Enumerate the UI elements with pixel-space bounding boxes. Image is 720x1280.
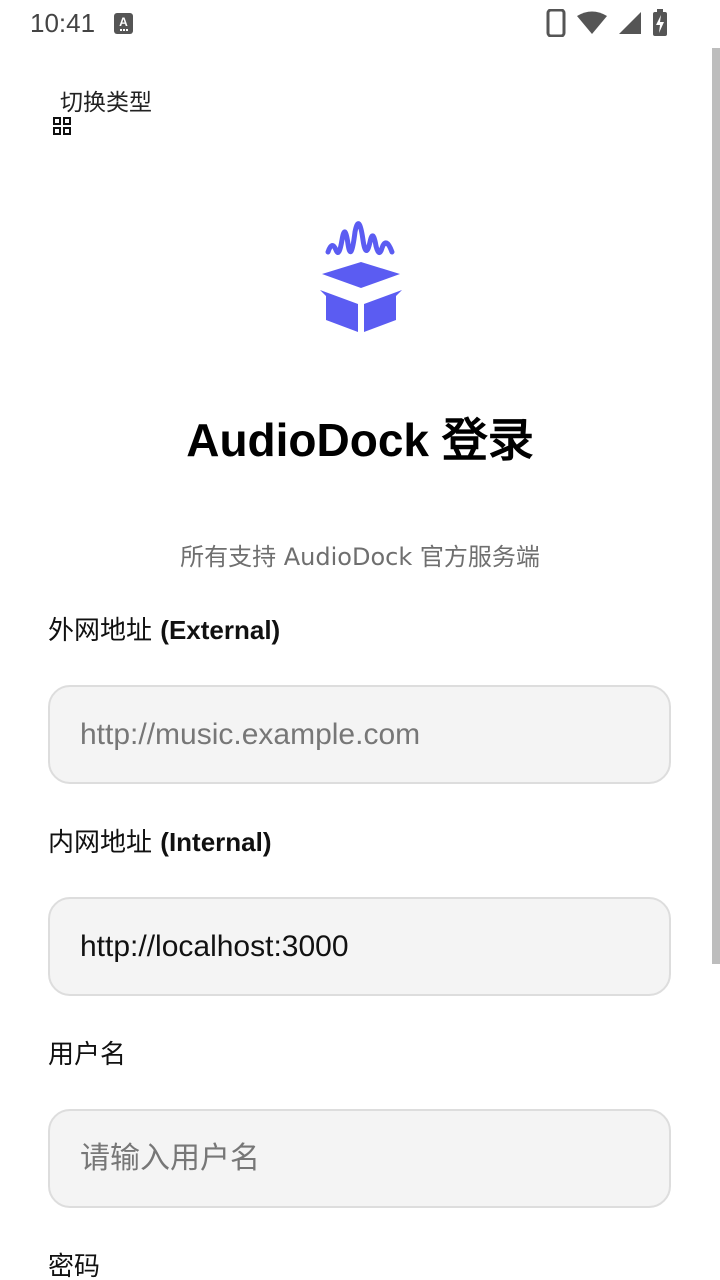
internal-address-label-en: (Internal): [160, 827, 272, 857]
external-address-input[interactable]: [48, 685, 671, 784]
phone-icon: [546, 9, 566, 37]
status-icons: [546, 9, 668, 37]
username-input[interactable]: [48, 1109, 671, 1208]
internal-address-label-zh: 内网地址: [48, 828, 153, 858]
status-bar: 10:41 A: [0, 0, 720, 48]
external-address-label-en: (External): [160, 615, 281, 645]
page-title: AudioDock 登录: [186, 414, 534, 466]
login-screen: 10:41 A 切换类型 AudioDock 登录 所有支持 AudioDock…: [0, 0, 720, 1280]
status-time: 10:41: [30, 8, 96, 38]
scrollbar[interactable]: [712, 48, 720, 964]
cell-signal-icon: [619, 12, 641, 34]
password-label: 密码: [48, 1252, 101, 1280]
switch-type-label: 切换类型: [60, 90, 152, 116]
svg-text:A: A: [119, 15, 128, 29]
battery-charging-icon: [653, 9, 667, 36]
external-address-label: 外网地址 (External): [48, 610, 280, 647]
external-address-label-zh: 外网地址: [48, 616, 153, 646]
username-label: 用户名: [48, 1040, 127, 1070]
internal-address-label: 内网地址 (Internal): [48, 822, 272, 859]
wifi-icon: [577, 11, 607, 34]
a-notification-icon: A: [114, 13, 133, 34]
switch-type-button[interactable]: 切换类型: [52, 82, 172, 138]
internal-address-input[interactable]: [48, 897, 671, 996]
page-subtitle: 所有支持 AudioDock 官方服务端: [180, 543, 540, 571]
grid-icon: [53, 117, 71, 135]
audio-box-logo-icon: [320, 221, 402, 332]
